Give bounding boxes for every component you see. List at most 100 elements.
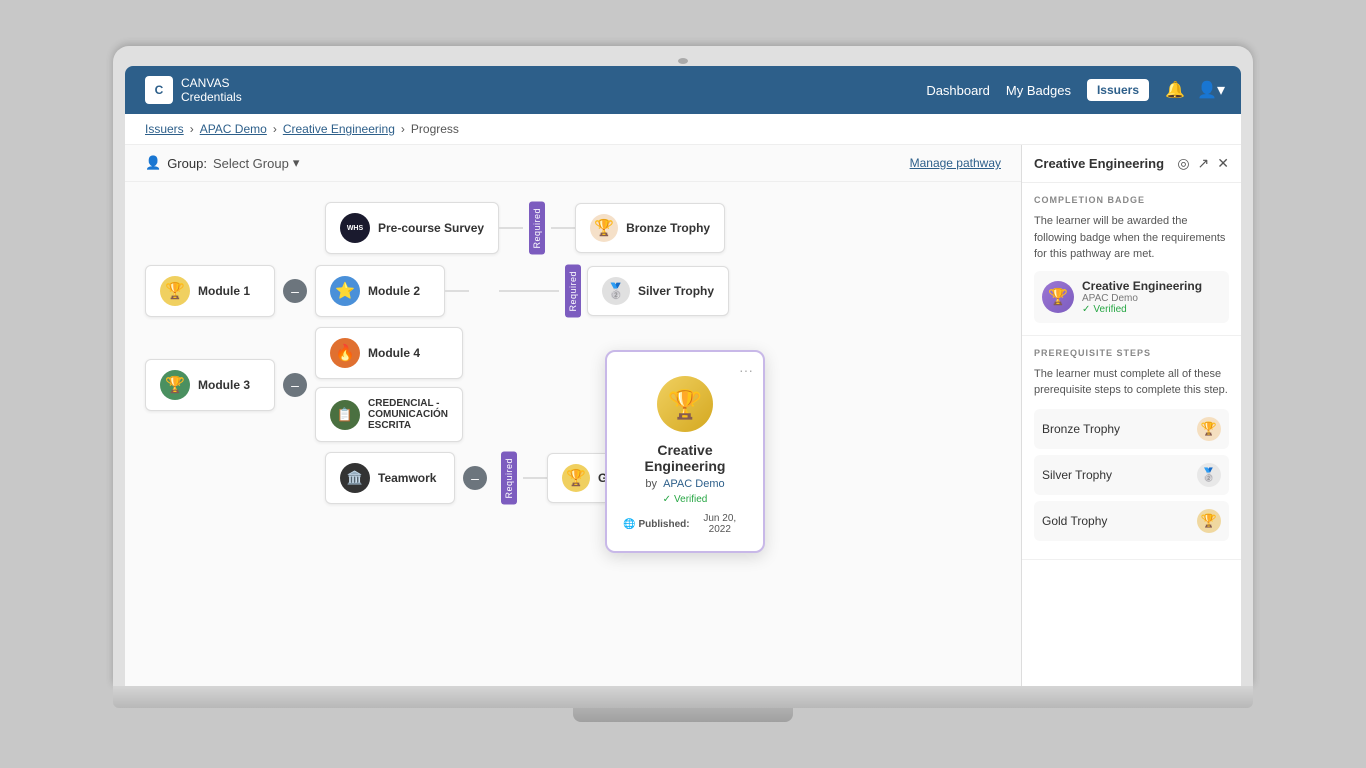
connector-minus-2: – <box>283 373 307 397</box>
completion-heading: COMPLETION BADGE <box>1034 195 1229 205</box>
popup-org-link[interactable]: APAC Demo <box>663 478 725 490</box>
logo-subtitle: Credentials <box>181 90 242 104</box>
module1-box[interactable]: 🏆 Module 1 <box>145 265 275 317</box>
laptop-base <box>113 686 1253 708</box>
row-modules-1-2: 🏆 Module 1 – ⭐ Module 2 Required <box>145 265 1001 318</box>
group-dropdown[interactable]: Select Group ▾ <box>213 155 299 171</box>
whs-icon: WHS <box>340 213 370 243</box>
laptop-screen: C CANVAS Credentials Dashboard My Badges… <box>113 46 1253 686</box>
verified-check-icon: ✓ <box>663 494 671 505</box>
dropdown-chevron-icon: ▾ <box>293 155 300 171</box>
user-icon[interactable]: 👤 ▾ <box>1201 80 1221 100</box>
panel-title: Creative Engineering <box>1034 156 1164 171</box>
module1-icon: 🏆 <box>160 276 190 306</box>
logo-title: CANVAS <box>181 76 242 90</box>
row-modules-3-4: 🏆 Module 3 – 🔥 Module 4 📋 <box>145 327 1001 442</box>
credencial-icon: 📋 <box>330 400 360 430</box>
locate-icon[interactable]: ◎ <box>1177 155 1189 172</box>
bronze-trophy-box[interactable]: 🏆 Bronze Trophy <box>575 203 725 253</box>
prereq-gold-label: Gold Trophy <box>1042 514 1107 528</box>
popup-published: 🌐 Published: Jun 20, 2022 <box>623 513 747 535</box>
credencial-box[interactable]: 📋 CREDENCIAL - COMUNICACIÓN ESCRITA <box>315 387 463 442</box>
bronze-trophy-label: Bronze Trophy <box>626 221 710 235</box>
bell-icon[interactable]: 🔔 <box>1165 80 1185 100</box>
popup-verified-text: Verified <box>674 494 707 505</box>
silver-trophy-label: Silver Trophy <box>638 284 714 298</box>
module3-box[interactable]: 🏆 Module 3 <box>145 359 275 411</box>
laptop-shell: C CANVAS Credentials Dashboard My Badges… <box>113 46 1253 722</box>
breadcrumb-sep2: › <box>273 122 277 136</box>
credencial-label: CREDENCIAL - COMUNICACIÓN ESCRITA <box>368 398 448 431</box>
breadcrumb-sep1: › <box>190 122 194 136</box>
nav-dashboard[interactable]: Dashboard <box>926 83 990 98</box>
badge-name: Creative Engineering <box>1082 279 1202 293</box>
connector-line-4 <box>499 290 559 292</box>
right-panel: Creative Engineering ◎ ↗ ✕ COMPLETION BA… <box>1021 145 1241 686</box>
breadcrumb-creative-engineering[interactable]: Creative Engineering <box>283 122 395 136</box>
breadcrumb-sep3: › <box>401 122 405 136</box>
breadcrumb-apac-demo[interactable]: APAC Demo <box>200 122 267 136</box>
completion-badge-section: COMPLETION BADGE The learner will be awa… <box>1022 183 1241 336</box>
required-label-2: Required <box>565 265 581 318</box>
module4-label: Module 4 <box>368 346 420 360</box>
verified-check-icon-2: ✓ <box>1082 304 1090 315</box>
bronze-trophy-icon: 🏆 <box>590 214 618 242</box>
module2-icon: ⭐ <box>330 276 360 306</box>
teamwork-icon: 🏛️ <box>340 463 370 493</box>
module2-box[interactable]: ⭐ Module 2 <box>315 265 445 317</box>
popup-published-date: Jun 20, 2022 <box>693 513 747 535</box>
prereq-gold-item[interactable]: Gold Trophy 🏆 <box>1034 501 1229 541</box>
breadcrumb-progress: Progress <box>411 122 459 136</box>
canvas-area: 👤 Group: Select Group ▾ Manage pathway <box>125 145 1021 686</box>
nav-my-badges[interactable]: My Badges <box>1006 83 1071 98</box>
module1-label: Module 1 <box>198 284 250 298</box>
logo-icon: C <box>145 76 173 104</box>
nav-issuers-button[interactable]: Issuers <box>1087 79 1149 101</box>
pre-course-survey-box[interactable]: WHS Pre-course Survey <box>325 202 499 254</box>
teamwork-label: Teamwork <box>378 471 436 485</box>
popup-card: ··· 🏆 Creative Engineering by APAC Demo … <box>605 350 765 553</box>
popup-verified: ✓ Verified <box>623 494 747 505</box>
gold-trophy-icon: 🏆 <box>562 464 590 492</box>
module4-box[interactable]: 🔥 Module 4 <box>315 327 463 379</box>
silver-trophy-box[interactable]: 🥈 Silver Trophy <box>587 266 729 316</box>
prereq-text: The learner must complete all of these p… <box>1034 366 1229 399</box>
teamwork-box[interactable]: 🏛️ Teamwork <box>325 452 455 504</box>
connector-line-3 <box>445 290 469 292</box>
completion-text: The learner will be awarded the followin… <box>1034 213 1229 263</box>
main-content: 👤 Group: Select Group ▾ Manage pathway <box>125 145 1241 686</box>
connector-line-5 <box>523 477 547 479</box>
manage-pathway-link[interactable]: Manage pathway <box>910 156 1001 170</box>
completion-badge-item[interactable]: 🏆 Creative Engineering APAC Demo ✓ Verif… <box>1034 271 1229 323</box>
group-select-text: Select Group <box>213 156 289 171</box>
connector-minus-3: – <box>463 466 487 490</box>
connector-minus-1: – <box>283 279 307 303</box>
globe-icon: 🌐 <box>623 519 635 530</box>
completion-badge-badge-icon: 🏆 <box>1042 281 1074 313</box>
badge-org: APAC Demo <box>1082 293 1202 304</box>
prereq-silver-icon: 🥈 <box>1197 463 1221 487</box>
prereq-silver-item[interactable]: Silver Trophy 🥈 <box>1034 455 1229 495</box>
laptop-stand <box>573 708 793 722</box>
user-dropdown-arrow: ▾ <box>1217 80 1225 100</box>
open-external-icon[interactable]: ↗ <box>1198 155 1210 172</box>
module3-label: Module 3 <box>198 378 250 392</box>
group-person-icon: 👤 <box>145 155 161 171</box>
nav-logo: C CANVAS Credentials <box>145 76 242 105</box>
badge-verified: ✓ Verified <box>1082 304 1202 315</box>
panel-header: Creative Engineering ◎ ↗ ✕ <box>1022 145 1241 183</box>
prereq-silver-label: Silver Trophy <box>1042 468 1112 482</box>
popup-dots-menu[interactable]: ··· <box>739 362 753 378</box>
breadcrumb-issuers[interactable]: Issuers <box>145 122 184 136</box>
prereq-gold-icon: 🏆 <box>1197 509 1221 533</box>
prereq-bronze-item[interactable]: Bronze Trophy 🏆 <box>1034 409 1229 449</box>
nav-links: Dashboard My Badges Issuers 🔔 👤 ▾ <box>926 79 1221 101</box>
close-icon[interactable]: ✕ <box>1217 155 1229 172</box>
silver-trophy-icon: 🥈 <box>602 277 630 305</box>
popup-by-text: by <box>645 478 657 490</box>
group-selector: 👤 Group: Select Group ▾ <box>145 155 299 171</box>
prereq-bronze-label: Bronze Trophy <box>1042 422 1120 436</box>
module3-icon: 🏆 <box>160 370 190 400</box>
required-label-1: Required <box>529 202 545 255</box>
module2-label: Module 2 <box>368 284 420 298</box>
